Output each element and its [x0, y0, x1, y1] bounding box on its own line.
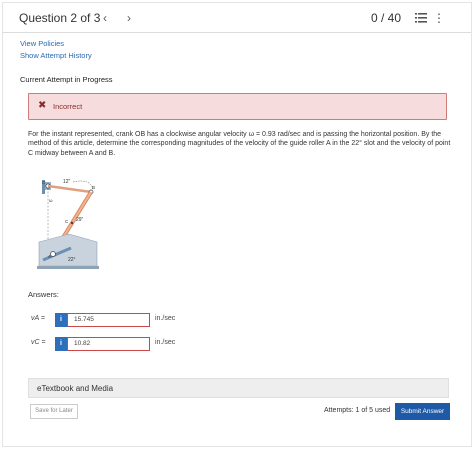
etextbook-label: eTextbook and Media [37, 384, 114, 393]
va-input[interactable]: 15.745 [67, 313, 150, 327]
attempts-counter: Attempts: 1 of 5 used [324, 407, 391, 414]
problem-statement: For the instant represented, crank OB ha… [28, 131, 451, 157]
question-header: Question 2 of 3 ‹ › 0 / 40 ⋮ [3, 3, 471, 33]
label-b: B [92, 185, 95, 190]
incorrect-alert: ✖ Incorrect [28, 93, 447, 120]
more-vertical-icon[interactable]: ⋮ [433, 11, 445, 25]
label-slot-angle: 22° [68, 257, 76, 263]
info-icon[interactable]: i [55, 337, 67, 351]
save-for-later-button[interactable]: Save for Later [30, 404, 78, 419]
answers-label: Answers: [28, 290, 59, 299]
label-a: A [48, 254, 51, 259]
question-counter: Question 2 of 3 [19, 11, 101, 25]
chevron-left-icon[interactable]: ‹ [103, 11, 107, 25]
view-policies-link[interactable]: View Policies [20, 39, 64, 48]
label-o: O [42, 180, 46, 185]
score-display: 0 / 40 [370, 11, 401, 25]
vc-input[interactable]: 10.82 [67, 337, 150, 351]
etextbook-media-section[interactable]: eTextbook and Media [28, 378, 449, 398]
info-icon[interactable]: i [55, 313, 67, 327]
show-attempt-history-link[interactable]: Show Attempt History [20, 51, 92, 60]
answer-unit: in./sec [155, 315, 176, 322]
alert-text: Incorrect [53, 102, 83, 111]
answer-symbol: vC = [31, 339, 46, 346]
answer-unit: in./sec [155, 339, 176, 346]
question-panel: Question 2 of 3 ‹ › 0 / 40 ⋮ View Polici… [2, 2, 472, 447]
label-link-length: 29" [76, 217, 84, 223]
label-omega: ω [49, 198, 53, 203]
mechanism-figure: O 12" B ω C 29" A 22° [37, 179, 99, 269]
label-c: C [65, 219, 69, 224]
label-crank-length: 12" [63, 179, 71, 185]
x-icon: ✖ [38, 100, 47, 111]
list-icon[interactable] [415, 13, 427, 23]
submit-answer-button[interactable]: Submit Answer [395, 403, 450, 420]
answer-symbol: vA = [31, 315, 45, 322]
current-attempt-heading: Current Attempt in Progress [20, 75, 113, 84]
chevron-right-icon[interactable]: › [127, 11, 131, 25]
